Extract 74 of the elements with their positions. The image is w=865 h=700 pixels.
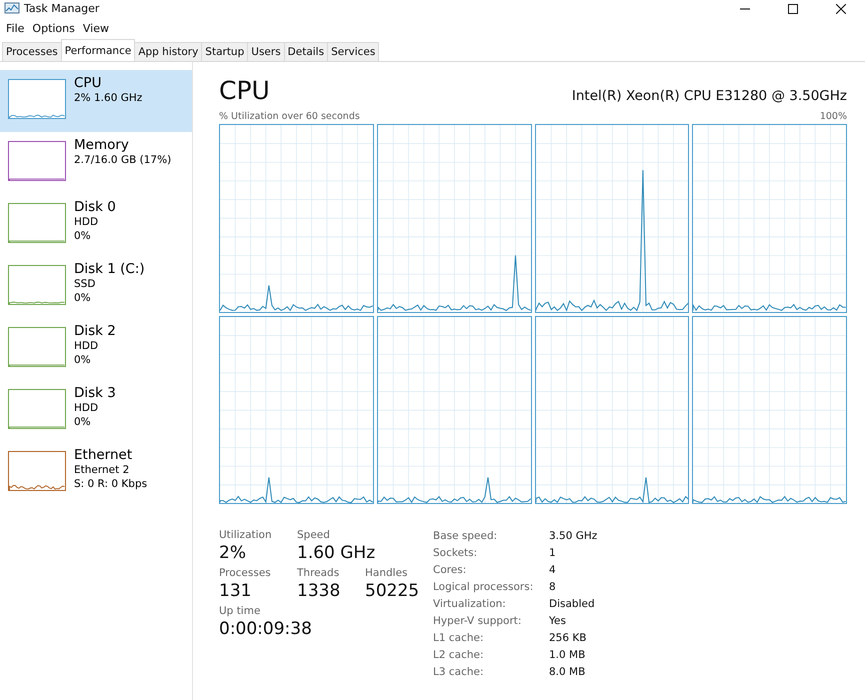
detail-label: Cores:	[433, 563, 468, 578]
stat-label: Handles	[365, 566, 408, 580]
maximize-icon	[788, 4, 798, 14]
sidebar-item[interactable]: Disk 3 HDD 0%	[0, 380, 192, 442]
detail-label: Virtualization:	[433, 597, 507, 612]
device-name: Ethernet	[74, 447, 134, 463]
stat-value: 1338	[297, 580, 342, 602]
detail-value: 1.0 MB	[549, 648, 586, 664]
tab[interactable]: Startup	[201, 42, 248, 61]
detail-value: 8.0 MB	[549, 665, 586, 680]
app-icon	[4, 2, 20, 16]
window-title: Task Manager	[24, 0, 100, 17]
device-detail: Ethernet 2	[74, 463, 130, 477]
graph-caption: % Utilization over 60 seconds	[219, 110, 360, 124]
tab[interactable]: Performance	[60, 39, 136, 60]
tab[interactable]: App history	[134, 42, 202, 61]
sidebar-item[interactable]: Disk 1 (C:) SSD 0%	[0, 256, 192, 318]
device-detail: 0%	[74, 229, 92, 243]
detail-value: 1	[549, 546, 557, 562]
device-detail: 0%	[74, 353, 92, 367]
sidebar-item[interactable]: Disk 0 HDD 0%	[0, 194, 192, 256]
menu-item[interactable]: Options	[28, 20, 79, 38]
sidebar-item[interactable]: Ethernet Ethernet 2 S: 0 R: 0 Kbps	[0, 442, 192, 504]
sidebar-item[interactable]: Disk 2 HDD 0%	[0, 318, 192, 380]
tab[interactable]: Processes	[2, 42, 62, 61]
detail-value: 4	[549, 563, 557, 578]
detail-label: Logical processors:	[433, 580, 534, 596]
detail-label: Base speed:	[433, 529, 498, 544]
sidebar-item[interactable]: Memory 2.7/16.0 GB (17%)	[0, 132, 192, 194]
stat-label: Up time	[219, 604, 262, 618]
detail-value: 8	[549, 580, 557, 596]
tab[interactable]: Users	[247, 42, 285, 61]
close-icon	[836, 4, 846, 14]
detail-label: Hyper-V support:	[433, 614, 522, 630]
device-name: Disk 2	[74, 323, 116, 339]
device-detail: 2.7/16.0 GB (17%)	[74, 153, 172, 167]
menu-item[interactable]: View	[78, 20, 113, 38]
processor-name: Intel(R) Xeon(R) CPU E31280 @ 3.50GHz	[572, 86, 847, 106]
stat-value: 1.60 GHz	[297, 542, 376, 564]
device-detail: 0%	[74, 415, 92, 429]
detail-label: L3 cache:	[433, 665, 485, 680]
stat-value: 2%	[219, 542, 247, 564]
section-title: CPU	[219, 76, 270, 106]
device-detail: HDD	[74, 215, 100, 229]
stat-value: 50225	[365, 580, 420, 602]
device-name: Memory	[74, 137, 130, 153]
stat-value: 131	[219, 580, 252, 602]
device-name: Disk 0	[74, 199, 116, 215]
detail-label: L1 cache:	[433, 631, 485, 646]
menu-item[interactable]: File	[2, 20, 28, 38]
stat-label: Threads	[297, 566, 340, 580]
detail-value: Disabled	[549, 597, 596, 612]
stat-label: Processes	[219, 566, 272, 580]
device-name: CPU	[74, 75, 102, 91]
device-detail: HDD	[74, 401, 100, 415]
device-name: Disk 1 (C:)	[74, 261, 145, 277]
device-detail: SSD	[74, 277, 96, 291]
device-detail: HDD	[74, 339, 100, 353]
detail-label: Sockets:	[433, 546, 478, 562]
device-name: Disk 3	[74, 385, 116, 401]
device-detail: 2% 1.60 GHz	[74, 91, 142, 105]
device-detail: 0%	[74, 291, 92, 305]
stat-label: Speed	[297, 528, 331, 542]
stat-value: 0:00:09:38	[219, 618, 313, 640]
tab[interactable]: Details	[284, 42, 328, 61]
detail-value: 3.50 GHz	[549, 529, 598, 544]
detail-label: L2 cache:	[433, 648, 485, 664]
detail-value: Yes	[549, 614, 567, 630]
graph-max-label: 100%	[820, 110, 847, 124]
detail-value: 256 KB	[549, 631, 588, 646]
tab[interactable]: Services	[327, 42, 380, 61]
stat-label: Utilization	[219, 528, 273, 542]
device-detail: S: 0 R: 0 Kbps	[74, 477, 148, 491]
sidebar-item[interactable]: CPU 2% 1.60 GHz	[0, 70, 192, 132]
